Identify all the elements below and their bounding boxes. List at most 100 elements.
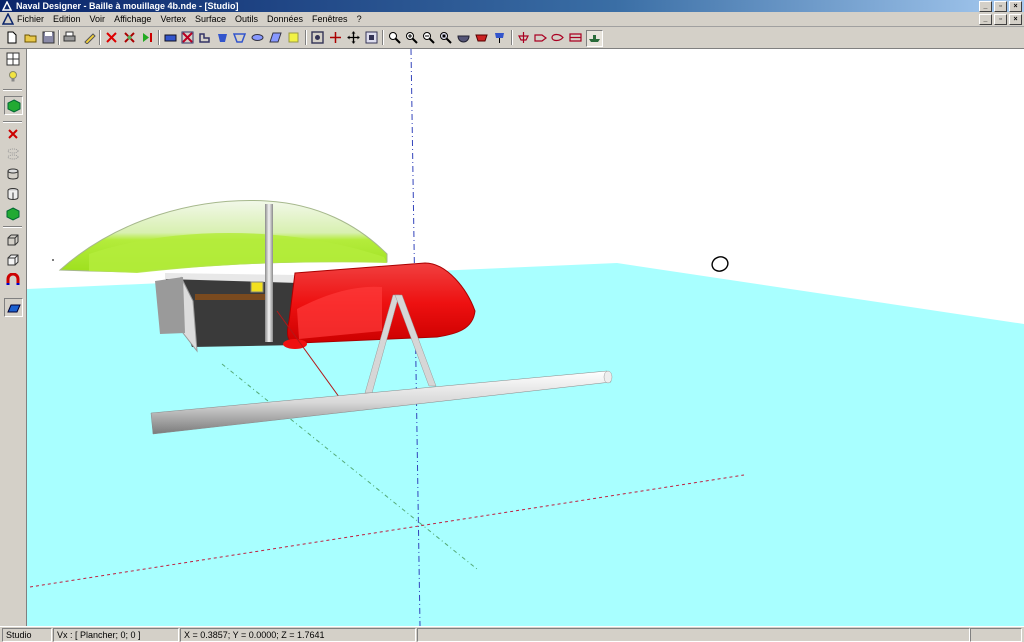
delete-button[interactable]: [4, 125, 21, 142]
shape-5-button[interactable]: [232, 30, 247, 45]
menu-donnees[interactable]: Données: [267, 12, 303, 26]
shape-3-button[interactable]: [197, 30, 212, 45]
menu-outils[interactable]: Outils: [235, 12, 258, 26]
zoom-all-icon: [440, 32, 452, 44]
pan-button[interactable]: [346, 30, 361, 45]
shape-6-icon: [251, 34, 264, 41]
menu-bar: Fichier Edition Voir Affichage Vertex Su…: [0, 12, 1024, 27]
menu-fichier[interactable]: Fichier: [17, 12, 44, 26]
box-button[interactable]: [4, 251, 21, 268]
menu-help[interactable]: ?: [357, 12, 362, 26]
vertex-cross-button[interactable]: [104, 30, 119, 45]
play-button[interactable]: [140, 30, 155, 45]
move-icon: [330, 32, 341, 43]
menu-edition[interactable]: Edition: [53, 12, 81, 26]
new-file-icon: [7, 31, 17, 44]
maximize-button[interactable]: ▫: [994, 1, 1007, 12]
origin-point: [52, 259, 54, 261]
open-file-button[interactable]: [23, 30, 38, 45]
status-bar: Studio Vx : [ Plancher; 0; 0 ] X = 0.385…: [0, 626, 1024, 642]
light-bulb-icon: [8, 70, 17, 81]
wire-cube-button[interactable]: [4, 231, 21, 248]
green-cube-button[interactable]: [4, 96, 23, 115]
zoom-out-icon: [423, 32, 435, 44]
solid-cube-icon: [6, 206, 19, 221]
solid-cube-button[interactable]: [4, 205, 21, 222]
shape-5-icon: [233, 33, 246, 43]
view-3d-button[interactable]: [586, 30, 603, 47]
doc-minimize-button[interactable]: _: [979, 14, 992, 25]
wire-cube-icon: [7, 234, 18, 245]
section-button[interactable]: [474, 30, 489, 45]
pencil-icon: [84, 33, 96, 44]
document-logo-icon[interactable]: [2, 13, 14, 25]
menu-fenetres[interactable]: Fenêtres: [312, 12, 348, 26]
light-icon: [288, 32, 299, 43]
zoom-window-button[interactable]: [387, 30, 402, 45]
mast: [265, 204, 273, 342]
view-back-icon: [569, 33, 582, 42]
main-toolbar: [0, 27, 1024, 49]
light-button[interactable]: [286, 30, 301, 45]
left-toolbar: [0, 49, 27, 626]
menu-voir[interactable]: Voir: [90, 12, 106, 26]
view-side-button[interactable]: [533, 30, 548, 45]
fit-icon: [365, 31, 378, 44]
view-top-icon: [551, 33, 564, 42]
magnet-icon: [6, 272, 19, 285]
cylinder-button[interactable]: [4, 165, 21, 182]
cylinder-icon: [7, 168, 18, 179]
open-file-icon: [24, 34, 37, 43]
move-button[interactable]: [328, 30, 343, 45]
magnet-button[interactable]: [4, 271, 21, 288]
doc-close-button[interactable]: ×: [1009, 14, 1022, 25]
zoom-all-button[interactable]: [438, 30, 453, 45]
title-bar: Naval Designer - Baille à mouillage 4b.n…: [0, 0, 1024, 12]
ghost-cylinder-button[interactable]: [4, 145, 21, 162]
cylinder-alt-icon: [7, 187, 18, 200]
plane-button[interactable]: [4, 298, 23, 317]
view-front-button[interactable]: [516, 30, 531, 45]
close-button[interactable]: ×: [1009, 1, 1022, 12]
menu-surface[interactable]: Surface: [195, 12, 226, 26]
menu-affichage[interactable]: Affichage: [114, 12, 151, 26]
view-top-button[interactable]: [550, 30, 565, 45]
zoom-in-button[interactable]: [404, 30, 419, 45]
light-bulb-button[interactable]: [4, 68, 21, 85]
vertex-cross-alt-button[interactable]: [122, 30, 137, 45]
fit-button[interactable]: [364, 30, 379, 45]
view-frame-button[interactable]: [310, 30, 325, 45]
shape-1-icon: [164, 34, 177, 42]
doc-restore-button[interactable]: ▫: [994, 14, 1007, 25]
bowl-alt-button[interactable]: [492, 30, 507, 45]
layout-split-button[interactable]: [4, 50, 21, 67]
3d-viewport[interactable]: [27, 49, 1024, 626]
pencil-button[interactable]: [82, 30, 97, 45]
print-button[interactable]: [62, 30, 77, 45]
zoom-in-icon: [406, 32, 418, 44]
view-back-button[interactable]: [568, 30, 583, 45]
zoom-out-button[interactable]: [421, 30, 436, 45]
pan-icon: [347, 31, 360, 44]
app-logo-icon: [2, 1, 12, 11]
save-button[interactable]: [41, 30, 56, 45]
shape-7-button[interactable]: [268, 30, 283, 45]
view-frame-icon: [311, 31, 324, 44]
save-icon: [42, 31, 55, 44]
scene-canvas[interactable]: [27, 49, 1024, 626]
minimize-button[interactable]: _: [979, 1, 992, 12]
shape-1-button[interactable]: [163, 30, 178, 45]
shape-6-button[interactable]: [250, 30, 265, 45]
print-icon: [63, 31, 76, 42]
menu-vertex[interactable]: Vertex: [160, 12, 186, 26]
view-3d-icon: [589, 35, 600, 42]
shape-2-button[interactable]: [180, 30, 195, 45]
shape-4-button[interactable]: [215, 30, 230, 45]
bowl-button[interactable]: [456, 30, 471, 45]
box-icon: [7, 254, 18, 265]
new-file-button[interactable]: [4, 30, 19, 45]
cylinder-alt-button[interactable]: [4, 185, 21, 202]
plane-icon: [6, 304, 21, 312]
tube-end-cap: [603, 370, 613, 384]
bowl-alt-icon: [495, 33, 504, 43]
